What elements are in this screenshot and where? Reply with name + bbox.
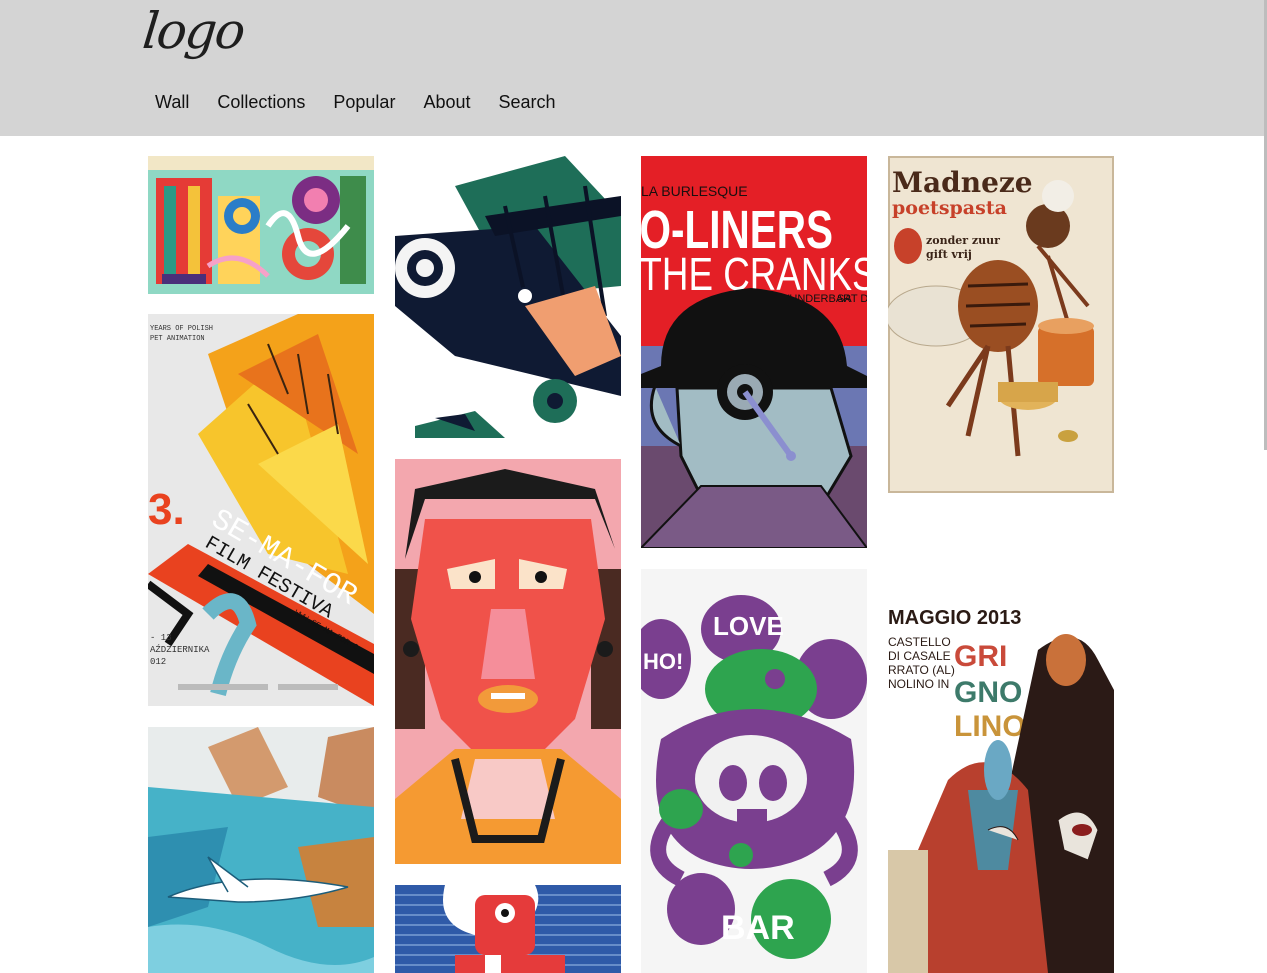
grignolino-word1: GRI: [954, 640, 1007, 673]
semafor-dates3: 012: [150, 657, 166, 667]
grignolino-place4: NOLINO IN: [888, 677, 949, 691]
poster-burlesque[interactable]: LA BURLESQUE O-LINERS THE CRANKS WUNDERB…: [641, 156, 867, 548]
madneze-product: poetspasta: [892, 197, 1007, 219]
nav-collections[interactable]: Collections: [217, 92, 305, 113]
site-logo[interactable]: logo: [140, 2, 246, 60]
graffiti-bottom: BAR: [721, 909, 795, 947]
poster-graffiti-art: LOVE HO! BAR: [641, 569, 867, 973]
poster-grignolino-art: MAGGIO 2013 CASTELLO DI CASALE RRATO (AL…: [888, 590, 1114, 973]
grignolino-word3: LINO: [954, 710, 1026, 743]
poster-face[interactable]: [395, 459, 621, 864]
site-header: logo Wall Collections Popular About Sear…: [0, 0, 1267, 136]
poster-bird-art: [148, 727, 374, 973]
poster-letters[interactable]: [148, 156, 374, 294]
madneze-tagline2: gift vrij: [926, 248, 972, 261]
grignolino-date: MAGGIO 2013: [888, 607, 1021, 629]
semafor-dates2: AŹDZIERNIKA: [150, 644, 210, 655]
grignolino-place1: CASTELLO: [888, 635, 951, 649]
poster-bird[interactable]: [148, 727, 374, 973]
poster-madneze[interactable]: Madneze poetspasta zonder zuur gift vrij: [888, 156, 1114, 493]
poster-grignolino[interactable]: MAGGIO 2013 CASTELLO DI CASALE RRATO (AL…: [888, 590, 1114, 973]
poster-robot-art: [395, 885, 621, 973]
grignolino-place3: RRATO (AL): [888, 663, 955, 677]
poster-graffiti[interactable]: LOVE HO! BAR: [641, 569, 867, 973]
semafor-topline2: PET ANIMATION: [150, 335, 205, 343]
madneze-tagline1: zonder zuur: [926, 234, 1000, 247]
poster-face-art: [395, 459, 621, 864]
poster-burlesque-art: LA BURLESQUE O-LINERS THE CRANKS WUNDERB…: [641, 156, 867, 548]
grignolino-place2: DI CASALE: [888, 649, 951, 663]
semafor-topline1: YEARS OF POLISH: [150, 325, 213, 333]
nav-wall[interactable]: Wall: [155, 92, 189, 113]
madneze-brand: Madneze: [892, 166, 1033, 199]
nav-about[interactable]: About: [423, 92, 470, 113]
graffiti-left: HO!: [643, 649, 683, 674]
poster-plane-art: [395, 156, 621, 438]
graffiti-top: LOVE: [713, 611, 784, 641]
poster-semafor-art: 3. SE-MA-FOR FILM FESTIVA WWW.SE-MA-FOR.…: [148, 314, 374, 706]
poster-plane[interactable]: [395, 156, 621, 438]
poster-semafor[interactable]: 3. SE-MA-FOR FILM FESTIVA WWW.SE-MA-FOR.…: [148, 314, 374, 706]
main-nav: Wall Collections Popular About Search: [155, 92, 584, 113]
poster-robot[interactable]: [395, 885, 621, 973]
burlesque-line5: SAT DE: [837, 293, 867, 305]
grignolino-word2: GNO: [954, 676, 1022, 709]
poster-madneze-art: Madneze poetspasta zonder zuur gift vrij: [888, 156, 1114, 493]
semafor-number: 3.: [148, 485, 185, 534]
nav-popular[interactable]: Popular: [333, 92, 395, 113]
nav-search[interactable]: Search: [498, 92, 555, 113]
poster-letters-art: [148, 156, 374, 294]
burlesque-line1: LA BURLESQUE: [641, 183, 748, 199]
semafor-dates1: - 13: [150, 633, 172, 643]
